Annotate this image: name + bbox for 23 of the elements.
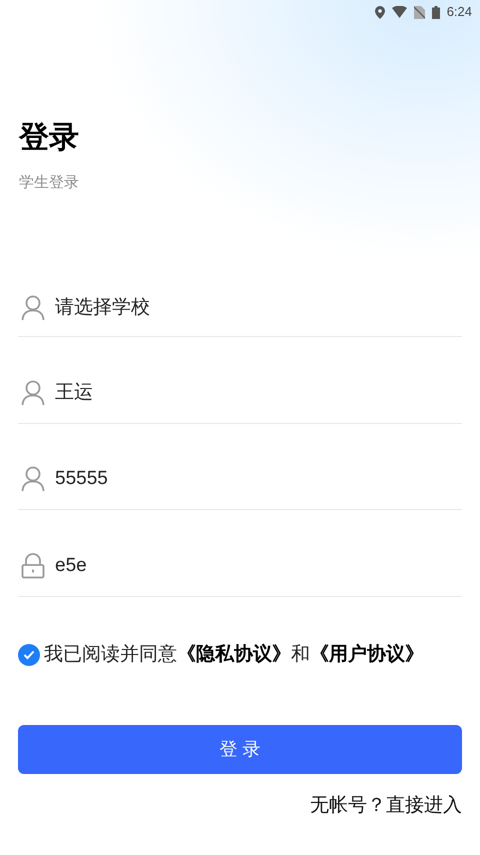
status-time: 6:24 (446, 3, 472, 22)
input-field[interactable]: 王运 (18, 337, 462, 424)
check-icon (23, 650, 35, 660)
location-icon (374, 6, 385, 18)
user-agreement-link[interactable]: 《用户协议》 (310, 640, 424, 669)
wifi-icon (392, 6, 407, 18)
input-field[interactable]: 55555 (18, 424, 462, 510)
login-button[interactable]: 登 录 (18, 725, 462, 774)
page-title: 登录 (19, 120, 80, 156)
page-subtitle: 学生登录 (19, 173, 80, 193)
agreement-text: 我已阅读并同意 (44, 642, 177, 666)
no-sim-icon (414, 6, 425, 18)
user-icon (21, 380, 45, 406)
user-icon (21, 295, 45, 322)
lock-icon (21, 552, 45, 579)
agreement-joiner: 和 (291, 642, 310, 666)
input-field[interactable]: e5e (18, 510, 462, 596)
agreement-checkbox[interactable] (18, 644, 40, 666)
battery-icon (432, 6, 440, 18)
guest-entry-link[interactable]: 无帐号？直接进入 (310, 792, 462, 820)
input-field[interactable]: 请选择学校 (18, 250, 462, 337)
privacy-link[interactable]: 《隐私协议》 (177, 640, 291, 669)
user-icon (21, 466, 45, 492)
